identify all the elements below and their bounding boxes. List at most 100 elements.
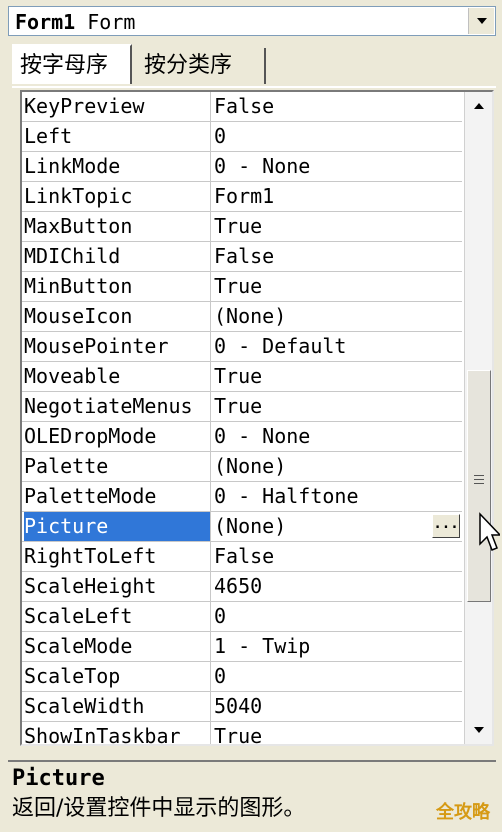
property-name[interactable]: ShowInTaskbar [24,722,210,744]
property-row-minbutton[interactable]: MinButton True [22,272,462,302]
property-row-linktopic[interactable]: LinkTopic Form1 [22,182,462,212]
property-name[interactable]: MaxButton [24,212,210,241]
chevron-down-icon [476,18,487,24]
property-row-palettemode[interactable]: PaletteMode 0 - Halftone [22,482,462,512]
property-value[interactable]: 0 [214,602,460,631]
property-value[interactable]: Form1 [214,182,460,211]
property-value[interactable]: (None) [214,302,460,331]
property-name[interactable]: Moveable [24,362,210,391]
property-row-left[interactable]: Left 0 [22,122,462,152]
combo-dropdown-button[interactable] [468,8,494,34]
property-value[interactable]: True [214,272,460,301]
property-value[interactable]: True [214,722,460,744]
property-name[interactable]: Palette [24,452,210,481]
column-separator [210,662,211,691]
property-row-scalemode[interactable]: ScaleMode 1 - Twip [22,632,462,662]
property-value[interactable]: 0 - None [214,152,460,181]
column-separator [210,242,211,271]
column-separator [210,152,211,181]
property-row-scaleheight[interactable]: ScaleHeight 4650 [22,572,462,602]
column-separator [210,122,211,151]
property-row-picture[interactable]: Picture (None)... [22,512,462,542]
property-grid: KeyPreview False Left 0 LinkMode 0 - None Link… [20,90,494,746]
property-rows: KeyPreview False Left 0 LinkMode 0 - None Link… [22,92,462,744]
property-name[interactable]: MousePointer [24,332,210,361]
tab-alphabetic[interactable]: 按字母序 [12,44,132,84]
property-name[interactable]: LinkMode [24,152,210,181]
property-name[interactable]: LinkTopic [24,182,210,211]
property-row-scaleleft[interactable]: ScaleLeft 0 [22,602,462,632]
property-row-mouseicon[interactable]: MouseIcon (None) [22,302,462,332]
column-separator [210,692,211,721]
property-row-maxbutton[interactable]: MaxButton True [22,212,462,242]
vertical-scrollbar[interactable] [464,92,492,744]
scroll-thumb[interactable] [467,370,491,602]
property-row-linkmode[interactable]: LinkMode 0 - None [22,152,462,182]
property-value[interactable]: False [214,92,460,121]
property-name[interactable]: MouseIcon [24,302,210,331]
property-tabs: 按字母序 按分类序 [12,44,492,86]
property-row-oledropmode[interactable]: OLEDropMode 0 - None [22,422,462,452]
object-type: Form [87,10,136,34]
property-value[interactable]: False [214,542,460,571]
property-row-scaletop[interactable]: ScaleTop 0 [22,662,462,692]
column-separator [210,632,211,661]
property-value[interactable]: True [214,212,460,241]
property-row-negotiatemenus[interactable]: NegotiateMenus True [22,392,462,422]
property-name[interactable]: KeyPreview [24,92,210,121]
tab-divider [12,86,496,88]
column-separator [210,722,211,744]
property-name[interactable]: Left [24,122,210,151]
property-value[interactable]: 4650 [214,572,460,601]
column-separator [210,452,211,481]
property-value[interactable]: True [214,362,460,391]
property-name[interactable]: ScaleHeight [24,572,210,601]
object-selector-text: Form1 Form [15,10,135,34]
property-name[interactable]: PaletteMode [24,482,210,511]
arrow-up-icon [474,103,484,109]
property-name[interactable]: NegotiateMenus [24,392,210,421]
tab-categorized[interactable]: 按分类序 [138,48,266,84]
column-separator [210,212,211,241]
column-separator [210,482,211,511]
scroll-up-button[interactable] [465,94,492,118]
column-separator [210,92,211,121]
property-name[interactable]: ScaleWidth [24,692,210,721]
property-value[interactable]: 0 - Halftone [214,482,460,511]
property-value[interactable]: 1 - Twip [214,632,460,661]
property-name[interactable]: ScaleTop [24,662,210,691]
property-row-keypreview[interactable]: KeyPreview False [22,92,462,122]
property-name[interactable]: MinButton [24,272,210,301]
column-separator [210,182,211,211]
property-name[interactable]: OLEDropMode [24,422,210,451]
property-name[interactable]: MDIChild [24,242,210,271]
property-row-mousepointer[interactable]: MousePointer 0 - Default [22,332,462,362]
property-row-righttoleft[interactable]: RightToLeft False [22,542,462,572]
browse-button[interactable]: ... [432,514,460,538]
column-separator [210,392,211,421]
property-value[interactable]: (None) [214,512,460,541]
description-text: 返回/设置控件中显示的图形。 [12,796,306,821]
property-value[interactable]: False [214,242,460,271]
property-row-showintaskbar[interactable]: ShowInTaskbar True [22,722,462,744]
property-value[interactable]: 0 [214,662,460,691]
scroll-down-button[interactable] [465,718,492,742]
property-row-palette[interactable]: Palette (None) [22,452,462,482]
property-row-scalewidth[interactable]: ScaleWidth 5040 [22,692,462,722]
property-row-mdichild[interactable]: MDIChild False [22,242,462,272]
property-name[interactable]: ScaleMode [24,632,210,661]
property-value[interactable]: (None) [214,452,460,481]
property-row-moveable[interactable]: Moveable True [22,362,462,392]
column-separator [210,362,211,391]
property-value[interactable]: 0 - Default [214,332,460,361]
property-name[interactable]: Picture [24,512,210,541]
grip-icon [474,475,484,487]
column-separator [210,422,211,451]
property-value[interactable]: 0 [214,122,460,151]
object-selector-combo[interactable]: Form1 Form [8,6,496,36]
property-name[interactable]: ScaleLeft [24,602,210,631]
property-value[interactable]: 0 - None [214,422,460,451]
property-value[interactable]: True [214,392,460,421]
property-value[interactable]: 5040 [214,692,460,721]
property-name[interactable]: RightToLeft [24,542,210,571]
